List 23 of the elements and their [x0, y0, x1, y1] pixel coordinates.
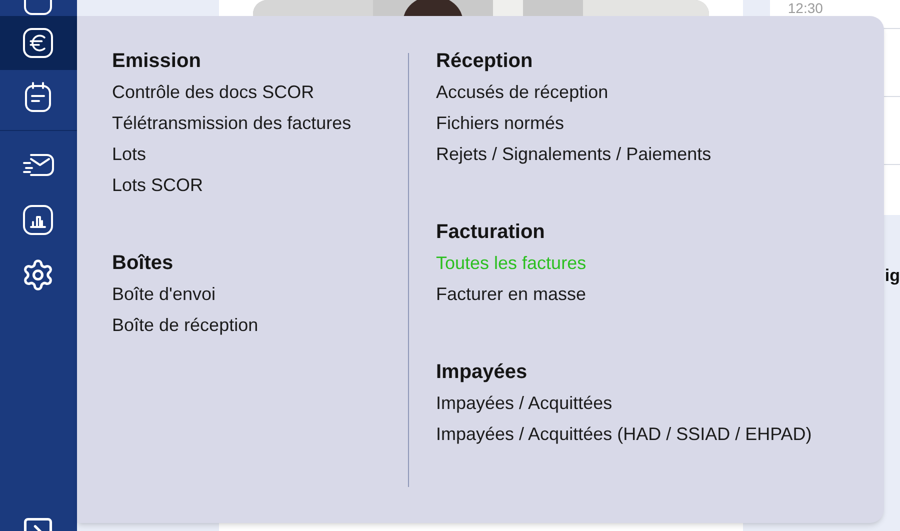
menu-link[interactable]: Fichiers normés — [436, 108, 564, 139]
menu-link[interactable]: Lots — [112, 139, 146, 170]
section-heading: Facturation — [436, 220, 545, 245]
section-heading: Impayées — [436, 360, 528, 385]
menu-link[interactable]: Accusés de réception — [436, 77, 608, 108]
menu-link[interactable]: Rejets / Signalements / Paiements — [436, 139, 712, 170]
menu-link[interactable]: Contrôle des docs SCOR — [112, 77, 314, 108]
notepad-icon — [23, 81, 54, 113]
euro-icon — [22, 27, 54, 59]
menu-link[interactable]: Impayées / Acquittées — [436, 388, 612, 419]
section-heading: Boîtes — [112, 251, 174, 276]
section-heading: Emission — [112, 49, 201, 74]
menu-link[interactable]: Boîte d'envoi — [112, 279, 216, 310]
time-label: 12:30 — [788, 0, 824, 16]
menu-link[interactable]: Facturer en masse — [436, 279, 586, 310]
chart-icon — [22, 204, 54, 236]
sidebar-item[interactable] — [0, 16, 77, 70]
menu-link[interactable]: Télétransmission des factures — [112, 108, 352, 139]
panel-heading: ig — [884, 266, 900, 285]
menu-link[interactable]: Boîte de réception — [112, 310, 258, 341]
menu-link[interactable]: Lots SCOR — [112, 170, 204, 201]
section-heading: Réception — [436, 49, 533, 74]
menu-link[interactable]: Impayées / Acquittées (HAD / SSIAD / EHPAD) — [436, 419, 812, 450]
